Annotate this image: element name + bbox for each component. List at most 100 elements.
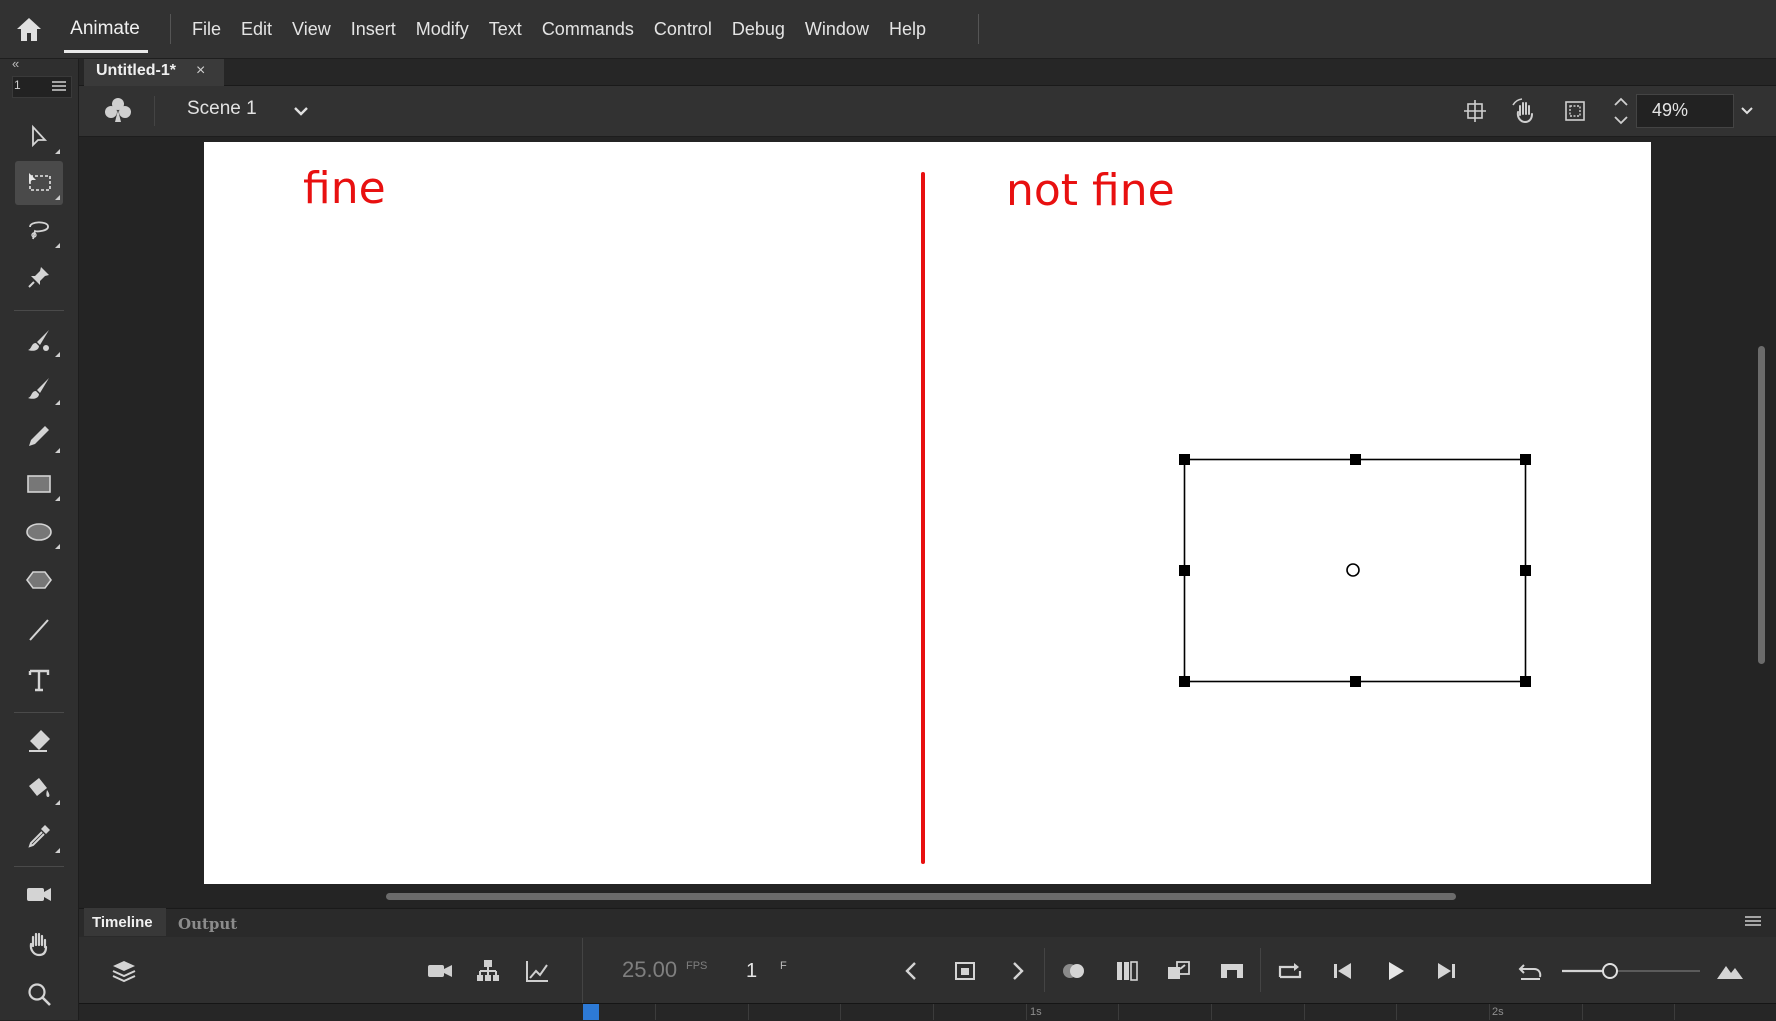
menu-control[interactable]: Control bbox=[644, 0, 722, 58]
play-icon[interactable] bbox=[1381, 957, 1409, 985]
edit-symbols-icon[interactable] bbox=[102, 96, 134, 124]
transform-handle bbox=[1179, 676, 1190, 687]
undo-icon[interactable] bbox=[1516, 957, 1544, 985]
insert-frame-icon[interactable] bbox=[1218, 957, 1246, 985]
edit-multiple-frames-icon[interactable] bbox=[1113, 957, 1141, 985]
tab-output[interactable]: Output bbox=[178, 915, 237, 933]
transform-handle bbox=[1520, 454, 1531, 465]
zoom-dropdown-icon[interactable] bbox=[1738, 104, 1756, 118]
menu-modify[interactable]: Modify bbox=[406, 0, 479, 58]
chevron-down-icon[interactable] bbox=[292, 104, 310, 118]
previous-keyframe-icon[interactable] bbox=[898, 957, 926, 985]
menu-commands[interactable]: Commands bbox=[532, 0, 644, 58]
selected-rectangle[interactable] bbox=[1170, 450, 1540, 690]
graph-icon[interactable] bbox=[523, 957, 551, 985]
rotate-stage-icon[interactable] bbox=[1510, 97, 1540, 125]
eraser-tool[interactable] bbox=[15, 718, 63, 762]
line-tool[interactable] bbox=[15, 608, 63, 652]
camera-icon[interactable] bbox=[426, 957, 454, 985]
ruler-tick bbox=[840, 1004, 841, 1020]
eraser-icon bbox=[29, 730, 50, 752]
lasso-tool[interactable] bbox=[15, 209, 63, 253]
camera-tool[interactable] bbox=[15, 872, 63, 916]
tab-timeline-label: Timeline bbox=[92, 914, 153, 931]
transform-handle bbox=[1179, 565, 1190, 576]
line-icon bbox=[29, 619, 49, 641]
zoom-tool[interactable] bbox=[15, 972, 63, 1016]
free-transform-tool[interactable] bbox=[15, 161, 63, 205]
playhead[interactable] bbox=[583, 1004, 599, 1020]
ruler-tick bbox=[1118, 1004, 1119, 1020]
ruler-tick bbox=[748, 1004, 749, 1020]
menu-window[interactable]: Window bbox=[795, 0, 879, 58]
ruler-tick bbox=[1489, 1004, 1490, 1020]
insert-keyframe-icon[interactable] bbox=[951, 957, 979, 985]
ruler-label-1s: 1s bbox=[1030, 1006, 1042, 1018]
panel-menu-icon[interactable] bbox=[1745, 915, 1761, 927]
scene-name[interactable]: Scene 1 bbox=[187, 98, 257, 120]
divider-line bbox=[921, 172, 925, 864]
paint-brush-tool[interactable] bbox=[15, 366, 63, 410]
pin-tool[interactable] bbox=[15, 255, 63, 299]
menu-edit[interactable]: Edit bbox=[231, 0, 282, 58]
layers-icon[interactable] bbox=[110, 957, 138, 985]
oval-tool[interactable] bbox=[15, 510, 63, 554]
zoom-stepper-icon[interactable] bbox=[1610, 94, 1632, 128]
next-keyframe-icon[interactable] bbox=[1003, 957, 1031, 985]
step-forward-icon[interactable] bbox=[1432, 957, 1460, 985]
label-not-fine: not fine bbox=[1006, 165, 1175, 216]
hand-tool[interactable] bbox=[15, 922, 63, 966]
snap-registration-icon[interactable] bbox=[1462, 98, 1488, 124]
horizontal-scrollbar[interactable] bbox=[386, 893, 1456, 900]
ruler-label-2s: 2s bbox=[1492, 1006, 1504, 1018]
paint-brush-icon bbox=[28, 378, 49, 399]
eyedropper-tool[interactable] bbox=[15, 814, 63, 858]
menu-file[interactable]: File bbox=[182, 0, 231, 58]
menu-text[interactable]: Text bbox=[479, 0, 532, 58]
text-tool[interactable] bbox=[15, 658, 63, 702]
menu-view[interactable]: View bbox=[282, 0, 341, 58]
frame-zoom-slider[interactable] bbox=[1560, 960, 1700, 982]
loop-icon[interactable] bbox=[1276, 957, 1304, 985]
fluid-brush-icon bbox=[28, 330, 49, 351]
convert-to-symbol-icon[interactable] bbox=[1165, 957, 1193, 985]
ruler-tick bbox=[1304, 1004, 1305, 1020]
scene-divider bbox=[154, 96, 155, 126]
vertical-scrollbar[interactable] bbox=[1758, 346, 1765, 664]
timeline-divider bbox=[582, 938, 583, 1003]
ruler-tick bbox=[1026, 1004, 1027, 1020]
pencil-icon bbox=[29, 426, 49, 446]
step-back-icon[interactable] bbox=[1329, 957, 1357, 985]
menu-help[interactable]: Help bbox=[879, 0, 936, 58]
transform-handle bbox=[1520, 565, 1531, 576]
polystar-tool[interactable] bbox=[15, 558, 63, 602]
mountains-icon[interactable] bbox=[1716, 957, 1744, 985]
toolbar-menu-icon[interactable] bbox=[52, 80, 66, 92]
onion-skin-icon[interactable] bbox=[1060, 957, 1088, 985]
pencil-tool[interactable] bbox=[15, 414, 63, 458]
layer-parenting-icon[interactable] bbox=[474, 957, 502, 985]
close-tab-icon[interactable]: × bbox=[196, 62, 205, 80]
paint-bucket-tool[interactable] bbox=[15, 766, 63, 810]
fps-value[interactable]: 25.00 bbox=[622, 957, 677, 983]
label-fine: fine bbox=[303, 163, 386, 214]
ruler-tick bbox=[933, 1004, 934, 1020]
frame-unit: F bbox=[780, 960, 787, 972]
menu-debug[interactable]: Debug bbox=[722, 0, 795, 58]
timeline-ruler[interactable] bbox=[79, 1003, 1776, 1021]
home-icon[interactable] bbox=[14, 14, 44, 44]
fluid-brush-tool[interactable] bbox=[15, 318, 63, 362]
document-tab-title: Untitled-1* bbox=[96, 62, 176, 79]
toolbar-divider bbox=[14, 310, 64, 311]
current-frame[interactable]: 1 bbox=[746, 960, 757, 983]
app-name[interactable]: Animate bbox=[64, 0, 146, 52]
menu-insert[interactable]: Insert bbox=[341, 0, 406, 58]
eyedropper-icon bbox=[28, 825, 50, 848]
selection-tool[interactable] bbox=[15, 115, 63, 159]
collapse-panel-button[interactable]: « bbox=[12, 56, 19, 71]
rectangle-tool[interactable] bbox=[15, 462, 63, 506]
clip-stage-icon[interactable] bbox=[1562, 98, 1588, 124]
menu-divider bbox=[978, 14, 979, 44]
menu-divider bbox=[170, 14, 171, 44]
ruler-tick bbox=[655, 1004, 656, 1020]
